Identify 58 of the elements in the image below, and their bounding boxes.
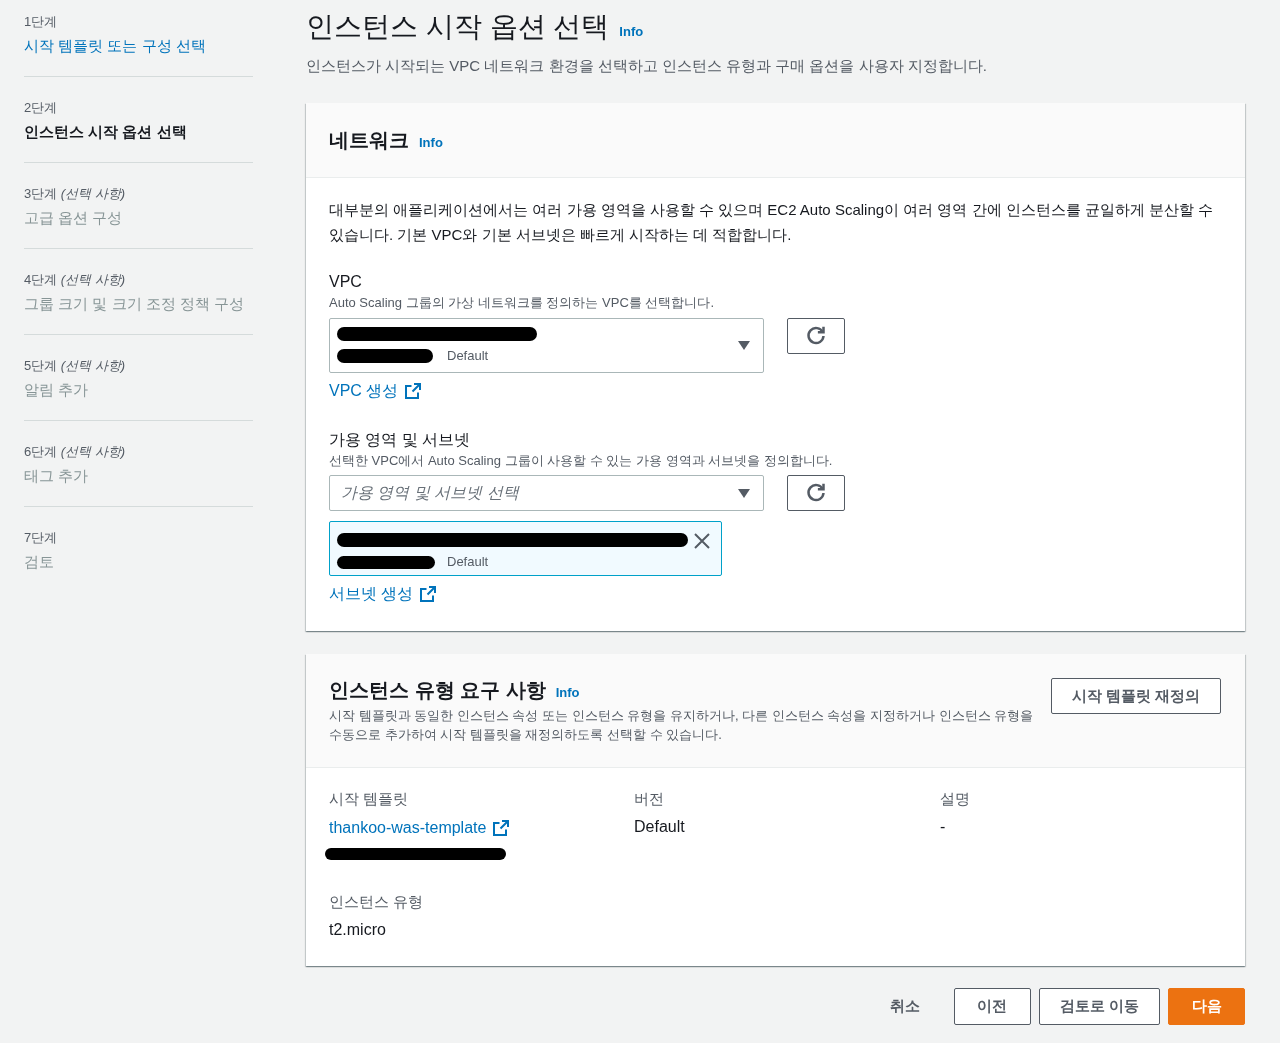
panel-title: 인스턴스 유형 요구 사항 bbox=[329, 678, 546, 703]
step-title: 태그 추가 bbox=[24, 466, 89, 486]
vpc-select[interactable]: Default bbox=[329, 318, 764, 373]
page-description: 인스턴스가 시작되는 VPC 네트워크 환경을 선택하고 인스턴스 유형과 구매 옵션을 사용자 지정합니다. bbox=[306, 56, 987, 76]
step-label: 7단계 bbox=[24, 529, 58, 547]
create-vpc-link[interactable]: VPC 생성 bbox=[329, 380, 422, 402]
info-link[interactable]: Info bbox=[419, 134, 443, 152]
external-link-icon bbox=[493, 820, 510, 836]
step-title[interactable]: 시작 템플릿 또는 구성 선택 bbox=[24, 35, 206, 57]
refresh-button[interactable] bbox=[787, 475, 845, 511]
step-label: 2단계 bbox=[24, 99, 58, 117]
field-label: 버전 bbox=[634, 789, 664, 809]
panel-title: 네트워크 bbox=[329, 128, 409, 153]
override-template-button[interactable]: 시작 템플릿 재정의 bbox=[1051, 678, 1221, 714]
external-link-icon bbox=[420, 586, 437, 602]
subnet-select[interactable]: 가용 영역 및 서브넷 선택 bbox=[329, 475, 764, 511]
cancel-button[interactable]: 취소 bbox=[869, 988, 940, 1025]
field-value: t2.micro bbox=[329, 920, 386, 940]
field-label: 시작 템플릿 bbox=[329, 789, 409, 809]
refresh-icon bbox=[806, 483, 826, 503]
footer-button[interactable]: 검토로 이동 bbox=[1038, 988, 1160, 1025]
step-label: 3단계 (선택 사항) bbox=[24, 185, 126, 203]
caret-down-icon bbox=[738, 341, 750, 350]
step-label: 1단계 bbox=[24, 13, 58, 31]
step-title: 알림 추가 bbox=[24, 380, 89, 400]
refresh-button[interactable] bbox=[787, 318, 845, 354]
value-tag: Default bbox=[447, 346, 489, 365]
panel-description: 대부분의 애플리케이션에서는 여러 가용 영역을 사용할 수 있으며 EC2 Auto Scaling이 여러 영역 간에 인스턴스를 균일하게 분산할 수 있습니다. 기본 VPC와 기본 서브넷은 빠르게 시작하는 데 적합합니다. bbox=[329, 200, 1215, 245]
step-title: 고급 옵션 구성 bbox=[24, 208, 123, 228]
select-placeholder: 가용 영역 및 서브넷 선택 bbox=[341, 483, 519, 503]
footer-button[interactable]: 이전 bbox=[953, 988, 1031, 1025]
field-value: - bbox=[940, 817, 946, 837]
field-description: 선택한 VPC에서 Auto Scaling 그룹이 사용할 수 있는 가용 영역과 서브넷을 정의합니다. bbox=[329, 452, 833, 470]
field-label: VPC bbox=[329, 272, 362, 292]
remove-button[interactable] bbox=[694, 533, 710, 549]
close-icon bbox=[694, 533, 710, 549]
field-label: 설명 bbox=[940, 789, 970, 809]
step-title[interactable]: 인스턴스 시작 옵션 선택 bbox=[24, 121, 187, 143]
caret-down-icon bbox=[738, 488, 750, 498]
template-link[interactable]: thankoo-was-template bbox=[329, 817, 510, 839]
field-label: 가용 영역 및 서브넷 bbox=[329, 430, 471, 450]
field-description: Auto Scaling 그룹의 가상 네트워크를 정의하는 VPC를 선택합니다. bbox=[329, 294, 714, 312]
panel-description: 시작 템플릿과 동일한 인스턴스 속성 또는 인스턴스 유형을 유지하거나, 다른 인스턴스 속성을 지정하거나 인스턴스 유형을 수동으로 추가하여 시작 템플릿을 재정의하도록 선택할 수 있습니다. bbox=[329, 707, 1035, 744]
info-link[interactable]: Info bbox=[555, 684, 580, 702]
create-subnet-link[interactable]: 서브넷 생성 bbox=[329, 583, 437, 605]
step-label: 6단계 (선택 사항) bbox=[24, 443, 126, 461]
info-link[interactable]: Info bbox=[619, 23, 644, 41]
step-label: 4단계 (선택 사항) bbox=[24, 271, 126, 289]
refresh-icon bbox=[806, 326, 826, 346]
external-link-icon bbox=[405, 383, 422, 399]
step-label: 5단계 (선택 사항) bbox=[24, 357, 126, 375]
value-tag: Default bbox=[447, 553, 489, 571]
field-label: 인스턴스 유형 bbox=[329, 892, 424, 912]
next-button[interactable]: 다음 bbox=[1168, 988, 1245, 1025]
step-title: 검토 bbox=[24, 552, 54, 572]
step-title: 그룹 크기 및 크기 조정 정책 구성 bbox=[24, 294, 244, 314]
page-title: 인스턴스 시작 옵션 선택 bbox=[306, 10, 610, 44]
field-value: Default bbox=[634, 817, 685, 837]
